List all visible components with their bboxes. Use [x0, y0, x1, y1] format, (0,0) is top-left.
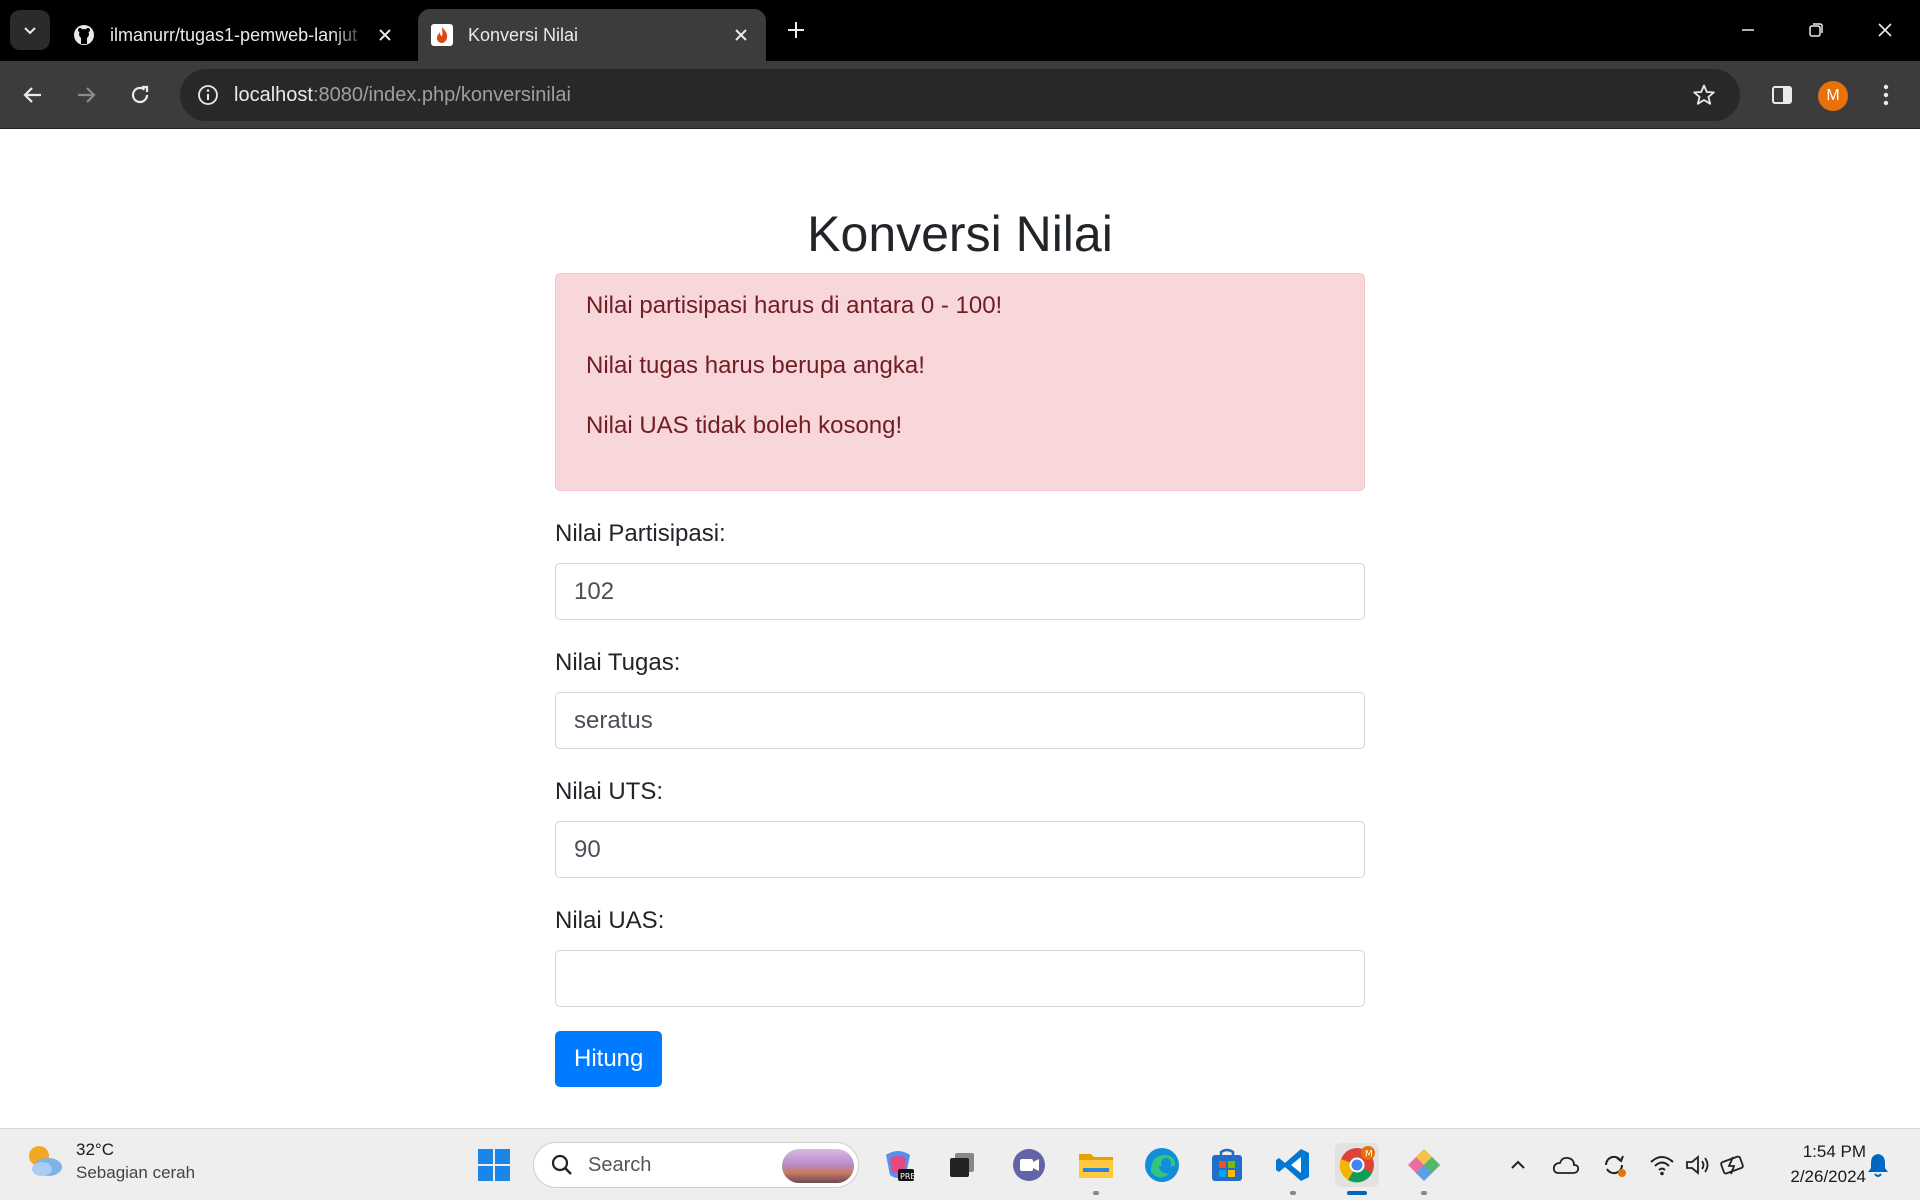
forward-button[interactable] — [66, 75, 106, 115]
windows-taskbar: 32°C Sebagian cerah Search PRE M 1:54 PM… — [0, 1128, 1920, 1200]
weather-widget[interactable]: 32°C Sebagian cerah — [22, 1139, 195, 1183]
minimize-button[interactable] — [1725, 10, 1771, 50]
tugas-input[interactable] — [555, 692, 1365, 749]
site-info-icon[interactable] — [192, 79, 224, 111]
chrome-icon[interactable]: M — [1335, 1143, 1379, 1195]
hitung-button[interactable]: Hitung — [555, 1031, 663, 1087]
weather-description: Sebagian cerah — [76, 1162, 196, 1182]
restore-button[interactable] — [1793, 10, 1839, 50]
partisipasi-input[interactable] — [555, 563, 1365, 620]
tab-close-icon[interactable] — [370, 20, 400, 50]
page-title: Konversi Nilai — [807, 206, 1113, 262]
clock-time: 1:54 PM — [1802, 1142, 1866, 1161]
tab-close-icon[interactable] — [726, 20, 756, 50]
running-indicator — [1290, 1191, 1296, 1195]
wifi-icon[interactable] — [1648, 1151, 1676, 1179]
task-view-icon[interactable] — [940, 1143, 984, 1187]
new-tab-button[interactable] — [780, 14, 812, 46]
chevron-down-icon — [24, 27, 36, 35]
start-button[interactable] — [472, 1143, 516, 1187]
file-explorer-icon[interactable] — [1074, 1143, 1118, 1195]
search-highlight-image — [782, 1149, 854, 1183]
running-indicator — [1421, 1191, 1427, 1195]
url-host: localhost — [234, 83, 313, 106]
minimize-icon — [1742, 29, 1754, 31]
vscode-icon[interactable] — [1271, 1143, 1315, 1195]
close-window-button[interactable] — [1862, 10, 1908, 50]
url-path: :8080/index.php/konversinilai — [312, 83, 571, 106]
uas-input[interactable] — [555, 950, 1365, 1007]
tugas-label: Nilai Tugas: — [555, 649, 681, 676]
notification-bell-icon[interactable] — [1864, 1151, 1892, 1179]
error-alert: Nilai partisipasi harus di antara 0 - 10… — [555, 273, 1365, 491]
tab-github[interactable]: ilmanurr/tugas1-pemweb-lanjut — [60, 9, 410, 61]
error-message-uas: Nilai UAS tidak boleh kosong! — [586, 411, 903, 439]
taskbar-search[interactable]: Search — [533, 1142, 859, 1188]
bookmark-star-icon[interactable] — [1688, 79, 1720, 111]
system-clock[interactable]: 1:54 PM 2/26/2024 — [1762, 1139, 1866, 1189]
svg-text:M: M — [1365, 1150, 1373, 1160]
arrow-left-icon — [23, 87, 41, 103]
onedrive-cloud-icon[interactable] — [1552, 1151, 1580, 1179]
profile-avatar[interactable]: M — [1818, 81, 1848, 111]
volume-icon[interactable] — [1684, 1151, 1712, 1179]
side-panel-button[interactable] — [1762, 75, 1802, 115]
active-app-indicator — [1347, 1191, 1367, 1195]
plus-icon — [788, 22, 804, 38]
tab-title: Konversi Nilai — [468, 24, 579, 45]
restore-icon — [1809, 23, 1823, 37]
git-gui-icon[interactable] — [1402, 1143, 1446, 1195]
uts-input[interactable] — [555, 821, 1365, 878]
codeigniter-icon — [430, 23, 454, 47]
search-placeholder: Search — [588, 1153, 652, 1176]
browser-toolbar: localhost:8080/index.php/konversinilai M — [0, 61, 1920, 129]
error-message-partisipasi: Nilai partisipasi harus di antara 0 - 10… — [586, 292, 1003, 319]
side-panel-icon — [1772, 86, 1792, 104]
uts-label: Nilai UTS: — [555, 778, 664, 805]
partly-sunny-icon — [22, 1139, 66, 1183]
tab-title: ilmanurr/tugas1-pemweb-lanjut — [110, 24, 358, 45]
tab-search-button[interactable] — [10, 10, 50, 50]
back-button[interactable] — [13, 75, 53, 115]
weather-temperature: 32°C — [76, 1139, 114, 1159]
reload-button[interactable] — [120, 75, 160, 115]
copilot-taskbar-icon[interactable]: PRE — [876, 1143, 920, 1187]
tab-konversi-nilai[interactable]: Konversi Nilai — [418, 9, 766, 61]
github-icon — [72, 23, 96, 47]
arrow-right-icon — [78, 87, 96, 103]
address-bar[interactable]: localhost:8080/index.php/konversinilai — [180, 69, 1740, 121]
page-viewport: Konversi Nilai Nilai partisipasi harus d… — [0, 130, 1920, 1128]
reload-icon — [131, 85, 149, 104]
chevron-up-icon[interactable] — [1504, 1151, 1532, 1179]
browser-tab-bar: ilmanurr/tugas1-pemweb-lanjut Konversi N… — [0, 0, 1920, 61]
url-text: localhost:8080/index.php/konversinilai — [234, 84, 571, 107]
clock-date: 2/26/2024 — [1790, 1167, 1866, 1186]
sync-icon[interactable] — [1600, 1151, 1628, 1179]
windows-logo-icon — [478, 1149, 510, 1181]
close-icon — [1878, 23, 1892, 37]
running-indicator — [1093, 1191, 1099, 1195]
search-icon — [550, 1153, 574, 1177]
uas-label: Nilai UAS: — [555, 907, 665, 934]
battery-charging-icon[interactable] — [1720, 1151, 1748, 1179]
error-message-tugas: Nilai tugas harus berupa angka! — [586, 351, 925, 379]
teams-icon[interactable] — [1007, 1143, 1051, 1187]
microsoft-store-icon[interactable] — [1205, 1143, 1249, 1187]
svg-text:PRE: PRE — [900, 1172, 915, 1181]
partisipasi-label: Nilai Partisipasi: — [555, 520, 726, 547]
browser-menu-button[interactable] — [1870, 75, 1902, 115]
more-vertical-icon — [1883, 84, 1889, 106]
edge-icon[interactable] — [1140, 1143, 1184, 1187]
